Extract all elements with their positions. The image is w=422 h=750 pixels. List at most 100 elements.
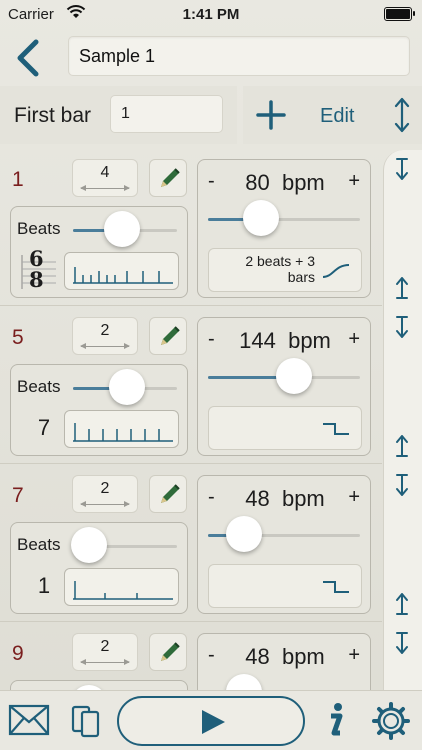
transition-button[interactable] — [208, 406, 362, 450]
beat-pattern-graphic — [73, 581, 173, 600]
beat-pattern[interactable] — [64, 568, 179, 606]
meter-value: 1 — [37, 573, 51, 598]
pencil-icon — [161, 168, 180, 187]
tempo-decrease-button[interactable]: - — [208, 170, 215, 193]
beats-panel — [10, 680, 188, 690]
edit-button[interactable]: Edit — [320, 105, 354, 128]
meter-value: 7 — [37, 415, 51, 440]
play-icon — [202, 710, 225, 734]
bar-number: 5 — [12, 326, 24, 349]
expand-all-button[interactable] — [393, 96, 411, 139]
beats-panel: Beats 6 8 — [10, 206, 188, 298]
edit-pencil-button[interactable] — [149, 633, 187, 671]
step-down-icon — [323, 423, 349, 435]
tempo-decrease-button[interactable]: - — [208, 328, 215, 351]
beats-count-stepper[interactable]: 4 — [72, 159, 138, 197]
bar-number: 1 — [12, 168, 24, 191]
beat-pattern-graphic — [73, 423, 173, 442]
transition-label: 2 beats + 3 bars — [245, 253, 315, 285]
beats-label: Beats — [17, 377, 61, 396]
tempo-slider-thumb[interactable] — [226, 516, 262, 552]
status-bar: Carrier 1:41 PM — [0, 0, 422, 30]
beats-label: Beats — [17, 219, 61, 238]
horizontal-arrows-icon — [80, 659, 130, 665]
tempo-panel: - 48 bpm + — [197, 475, 371, 614]
beats-slider-thumb[interactable] — [109, 369, 145, 405]
edit-pencil-button[interactable] — [149, 475, 187, 513]
transition-button[interactable]: 2 beats + 3 bars — [208, 248, 362, 292]
beats-count-stepper[interactable]: 2 — [72, 475, 138, 513]
tempo-increase-button[interactable]: + — [348, 170, 360, 193]
horizontal-arrows-icon — [80, 343, 130, 349]
beats-count-stepper[interactable]: 2 — [72, 633, 138, 671]
bar-row: 5 2 Beats 7 - 144 bpm + — [0, 306, 382, 464]
tempo-decrease-button[interactable]: - — [208, 486, 215, 509]
sequence-title-input[interactable]: Sample 1 — [68, 36, 410, 76]
move-down-icon[interactable] — [394, 631, 410, 655]
time-signature: 6 8 — [21, 248, 57, 292]
clock: 1:41 PM — [182, 6, 240, 23]
settings-button[interactable] — [372, 702, 410, 745]
info-button[interactable] — [323, 701, 347, 744]
horizontal-arrows-icon — [80, 501, 130, 507]
bar-list: 1 4 Beats 6 8 - 80 bpm + 2 beats + 3 bar… — [0, 148, 422, 690]
move-up-icon[interactable] — [394, 434, 410, 458]
first-bar-input[interactable]: 1 — [110, 95, 223, 133]
chevron-left-icon — [17, 39, 39, 77]
beats-slider-thumb[interactable] — [71, 527, 107, 563]
beats-count-value: 2 — [100, 638, 110, 655]
envelope-icon — [8, 704, 50, 736]
beats-count-stepper[interactable]: 2 — [72, 317, 138, 355]
add-bar-button[interactable] — [254, 98, 288, 132]
meter-bottom: 8 — [29, 267, 44, 292]
bottom-toolbar — [0, 690, 422, 750]
info-icon — [331, 703, 343, 736]
bar-row: 7 2 Beats 1 - 48 bpm + — [0, 464, 382, 622]
beat-pattern[interactable] — [64, 410, 179, 448]
tempo-value: 144 bpm — [239, 328, 331, 353]
tempo-panel: - 80 bpm + 2 beats + 3 bars — [197, 159, 371, 298]
beat-pattern-graphic — [73, 267, 173, 284]
beats-slider-thumb[interactable] — [104, 211, 140, 247]
first-bar-label: First bar — [14, 104, 92, 127]
beats-panel: Beats 1 — [10, 522, 188, 614]
mail-button[interactable] — [8, 704, 50, 741]
move-up-icon[interactable] — [394, 592, 410, 616]
beats-count-value: 2 — [100, 480, 110, 497]
beats-count-value: 2 — [100, 322, 110, 339]
beats-panel: Beats 7 — [10, 364, 188, 456]
duplicate-button[interactable] — [70, 704, 102, 743]
tempo-value: 48 bpm — [245, 644, 325, 669]
transition-button[interactable] — [208, 564, 362, 608]
play-button[interactable] — [117, 696, 305, 746]
tempo-increase-button[interactable]: + — [348, 328, 360, 351]
horizontal-arrows-icon — [80, 185, 130, 191]
move-down-icon[interactable] — [394, 315, 410, 339]
tempo-increase-button[interactable]: + — [348, 644, 360, 667]
bar-row: 1 4 Beats 6 8 - 80 bpm + 2 beats + 3 bar… — [0, 148, 382, 306]
back-button[interactable] — [12, 38, 44, 78]
move-down-icon[interactable] — [394, 157, 410, 181]
pencil-icon — [161, 484, 180, 503]
pencil-icon — [161, 326, 180, 345]
bar-number: 9 — [12, 642, 24, 665]
tempo-slider-thumb[interactable] — [226, 674, 262, 690]
copy-icon — [71, 705, 100, 738]
tempo-increase-button[interactable]: + — [348, 486, 360, 509]
expand-vertical-icon — [394, 97, 410, 133]
edit-pencil-button[interactable] — [149, 317, 187, 355]
beat-pattern[interactable] — [64, 252, 179, 290]
tempo-panel: - 48 bpm + — [197, 633, 371, 690]
tempo-panel: - 144 bpm + — [197, 317, 371, 456]
tempo-slider-thumb[interactable] — [276, 358, 312, 394]
move-up-icon[interactable] — [394, 276, 410, 300]
tempo-slider-thumb[interactable] — [243, 200, 279, 236]
tempo-value: 80 bpm — [245, 170, 325, 195]
gear-icon — [372, 702, 410, 740]
tempo-slider[interactable] — [208, 218, 360, 221]
step-down-icon — [323, 581, 349, 593]
move-down-icon[interactable] — [394, 473, 410, 497]
pencil-icon — [161, 642, 180, 661]
edit-pencil-button[interactable] — [149, 159, 187, 197]
tempo-decrease-button[interactable]: - — [208, 644, 215, 667]
